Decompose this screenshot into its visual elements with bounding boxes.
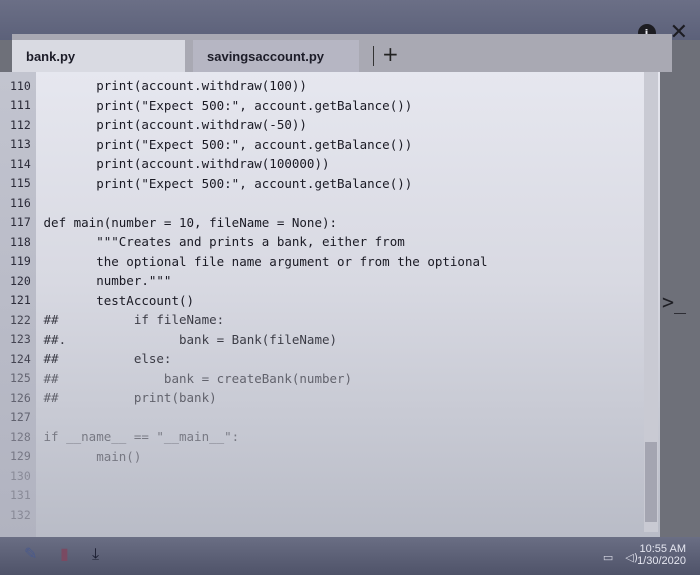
line-number: 131 <box>10 488 31 503</box>
line-number: 126 <box>10 390 31 405</box>
code-line[interactable]: 131 <box>0 486 488 506</box>
line-number: 129 <box>10 449 31 464</box>
line-number: 111 <box>10 98 31 113</box>
tab-savingsaccount-py[interactable]: savingsaccount.py <box>193 40 359 72</box>
code-text[interactable]: the optional file name argument or from … <box>36 254 487 269</box>
code-line[interactable]: 129 main() <box>0 447 488 467</box>
tab-divider <box>373 46 374 66</box>
code-editor[interactable]: 110 print(account.withdraw(100)) 111 prin… <box>0 72 660 537</box>
code-text[interactable]: print(account.withdraw(100000)) <box>36 156 329 171</box>
line-number: 127 <box>10 410 31 425</box>
code-lines: 110 print(account.withdraw(100)) 111 prin… <box>0 76 488 525</box>
add-tab-button[interactable]: + <box>382 42 399 66</box>
code-line[interactable]: 128 if __name__ == "__main__": <box>0 427 488 447</box>
code-line[interactable]: 130 <box>0 466 488 486</box>
line-number: 114 <box>10 156 31 171</box>
code-line[interactable]: 114 print(account.withdraw(100000)) <box>0 154 488 174</box>
code-text[interactable]: print(account.withdraw(100)) <box>36 78 307 93</box>
line-number: 119 <box>10 254 31 269</box>
system-tray: ▭ ◁) <box>603 551 638 564</box>
code-text[interactable]: if __name__ == "__main__": <box>36 429 240 444</box>
line-number: 125 <box>10 371 31 386</box>
line-number: 132 <box>10 507 31 522</box>
line-number: 130 <box>10 468 31 483</box>
code-text[interactable]: print("Expect 500:", account.getBalance(… <box>36 98 412 113</box>
line-number: 112 <box>10 117 31 132</box>
code-text[interactable]: testAccount() <box>36 293 194 308</box>
code-text[interactable]: def main(number = 10, fileName = None): <box>36 215 338 230</box>
line-number: 116 <box>10 195 31 210</box>
line-number: 110 <box>10 78 31 93</box>
code-line[interactable]: 121 testAccount() <box>0 291 488 311</box>
code-line[interactable]: 119 the optional file name argument or f… <box>0 252 488 272</box>
line-number: 123 <box>10 332 31 347</box>
code-line[interactable]: 118 """Creates and prints a bank, either… <box>0 232 488 252</box>
code-line[interactable]: 123 ##. bank = Bank(fileName) <box>0 330 488 350</box>
code-text[interactable]: main() <box>36 449 141 464</box>
code-line[interactable]: 127 <box>0 408 488 428</box>
clock-time: 10:55 AM <box>639 543 686 555</box>
line-number: 118 <box>10 234 31 249</box>
code-line[interactable]: 113 print("Expect 500:", account.getBala… <box>0 135 488 155</box>
code-line[interactable]: 112 print(account.withdraw(-50)) <box>0 115 488 135</box>
code-text[interactable]: ##. bank = Bank(fileName) <box>36 332 338 347</box>
download-icon[interactable]: ⤓ <box>92 544 99 564</box>
network-icon[interactable]: ▭ <box>603 551 613 564</box>
taskbar-clock[interactable]: 10:55 AM 1/30/2020 <box>637 543 686 567</box>
line-number: 124 <box>10 351 31 366</box>
line-number: 115 <box>10 176 31 191</box>
code-text[interactable]: number.""" <box>36 273 171 288</box>
code-line[interactable]: 110 print(account.withdraw(100)) <box>0 76 488 96</box>
code-text[interactable]: ## print(bank) <box>36 390 217 405</box>
edit-icon[interactable]: ✎ <box>24 544 37 563</box>
code-text[interactable]: print(account.withdraw(-50)) <box>36 117 307 132</box>
code-line[interactable]: 122 ## if fileName: <box>0 310 488 330</box>
code-line[interactable]: 111 print("Expect 500:", account.getBala… <box>0 96 488 116</box>
code-text[interactable]: """Creates and prints a bank, either fro… <box>36 234 405 249</box>
code-line[interactable]: 126 ## print(bank) <box>0 388 488 408</box>
trash-icon[interactable]: ▮ <box>60 544 69 563</box>
code-line[interactable]: 116 <box>0 193 488 213</box>
bottom-toolbar: ✎ ▮ ⤓ ▭ ◁) 10:55 AM 1/30/2020 <box>0 537 700 575</box>
code-text[interactable]: ## if fileName: <box>36 312 225 327</box>
code-text[interactable]: print("Expect 500:", account.getBalance(… <box>36 137 412 152</box>
code-line[interactable]: 132 <box>0 505 488 525</box>
tab-bar: bank.py savingsaccount.py + <box>12 34 672 72</box>
code-line[interactable]: 117 def main(number = 10, fileName = Non… <box>0 213 488 233</box>
line-number: 113 <box>10 137 31 152</box>
tab-bank-py[interactable]: bank.py <box>12 40 185 72</box>
code-text[interactable]: ## bank = createBank(number) <box>36 371 353 386</box>
clock-date: 1/30/2020 <box>637 555 686 567</box>
line-number: 120 <box>10 273 31 288</box>
shell-prompt-icon[interactable]: >_ <box>662 290 686 314</box>
code-line[interactable]: 125 ## bank = createBank(number) <box>0 369 488 389</box>
code-line[interactable]: 124 ## else: <box>0 349 488 369</box>
line-number: 128 <box>10 429 31 444</box>
vertical-scrollbar[interactable] <box>644 72 658 532</box>
close-icon[interactable]: ✕ <box>670 22 688 44</box>
code-text[interactable]: print("Expect 500:", account.getBalance(… <box>36 176 412 191</box>
scrollbar-thumb[interactable] <box>645 442 657 522</box>
line-number: 121 <box>10 293 31 308</box>
code-line[interactable]: 115 print("Expect 500:", account.getBala… <box>0 174 488 194</box>
code-text[interactable]: ## else: <box>36 351 172 366</box>
line-number: 122 <box>10 312 31 327</box>
line-number: 117 <box>10 215 31 230</box>
code-line[interactable]: 120 number.""" <box>0 271 488 291</box>
